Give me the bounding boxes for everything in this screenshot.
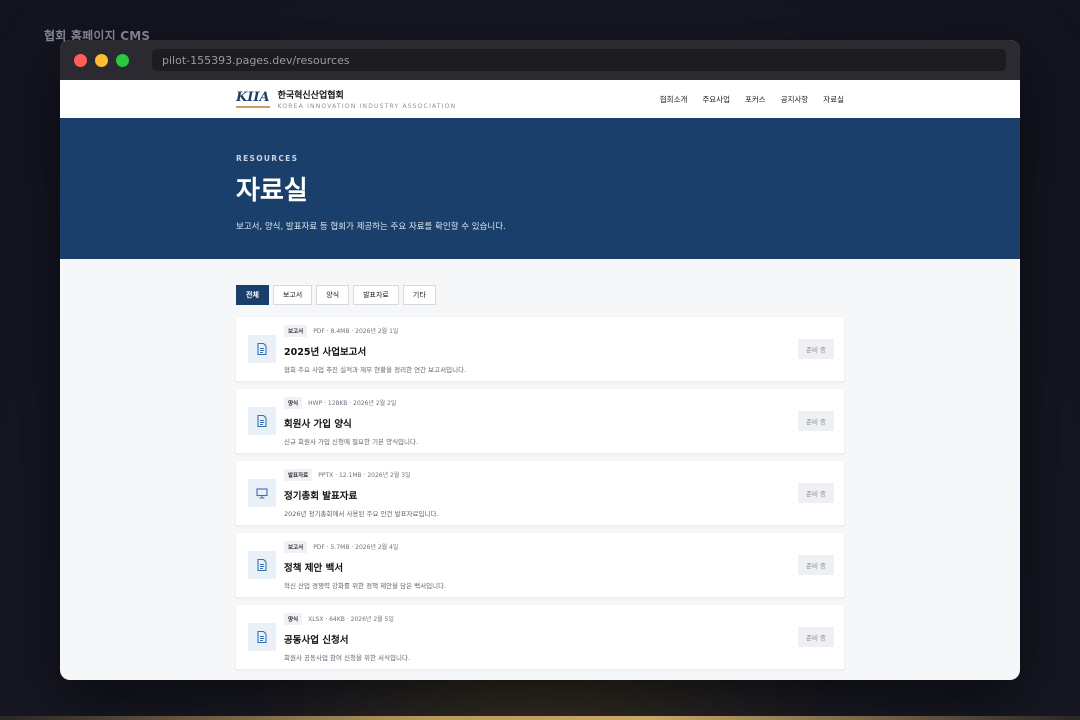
window-controls (74, 53, 129, 67)
filter-reports[interactable]: 보고서 (272, 285, 313, 305)
presentation-icon (248, 479, 276, 507)
minimize-window-button[interactable] (95, 53, 108, 67)
file-meta: XLSX · 64KB · 2026년 2월 5일 (308, 616, 394, 623)
resource-info: 발표자료 PPTX · 12.1MB · 2026년 2월 3일 정기총회 발표… (284, 468, 798, 518)
status-button[interactable]: 준비 중 (798, 627, 834, 647)
brand-text: 한국혁신산업협회 KOREA INNOVATION INDUSTRY ASSOC… (278, 88, 457, 110)
resource-info: 양식 XLSX · 64KB · 2026년 2월 5일 공동사업 신청서 회원… (284, 612, 798, 662)
resource-title: 공동사업 신청서 (284, 634, 349, 646)
resource-meta: 발표자료 PPTX · 12.1MB · 2026년 2월 3일 (284, 468, 798, 481)
org-name-en: KOREA INNOVATION INDUSTRY ASSOCIATION (277, 103, 457, 110)
resource-title: 정기총회 발표자료 (284, 490, 358, 502)
browser-titlebar: pilot-155393.pages.dev/resources (60, 40, 1020, 80)
bottom-glow (0, 716, 1080, 720)
document-icon (248, 335, 276, 363)
resource-card: 보고서 PDF · 8.4MB · 2026년 2월 1일 2025년 사업보고… (236, 317, 844, 381)
resource-meta: 보고서 PDF · 5.7MB · 2026년 2월 4일 (284, 540, 798, 553)
file-meta: PPTX · 12.1MB · 2026년 2월 3일 (318, 472, 411, 479)
filter-other[interactable]: 기타 (402, 285, 436, 305)
category-badge: 양식 (284, 612, 303, 625)
resource-info: 양식 HWP · 128KB · 2026년 2월 2일 회원사 가입 양식 신… (284, 396, 798, 446)
resource-title: 정책 제안 백서 (284, 562, 344, 574)
resource-meta: 양식 HWP · 128KB · 2026년 2월 2일 (284, 396, 798, 409)
resource-title: 2025년 사업보고서 (284, 346, 367, 358)
hero-eyebrow: RESOURCES (236, 154, 299, 163)
resource-card: 양식 HWP · 128KB · 2026년 2월 2일 회원사 가입 양식 신… (236, 389, 844, 453)
site-header: KIIA 한국혁신산업협회 KOREA INNOVATION INDUSTRY … (60, 80, 1020, 120)
resource-card: 양식 XLSX · 64KB · 2026년 2월 5일 공동사업 신청서 회원… (236, 605, 844, 669)
resource-info: 보고서 PDF · 5.7MB · 2026년 2월 4일 정책 제안 백서 혁… (284, 540, 798, 590)
nav-item-about[interactable]: 협회소개 (660, 94, 688, 105)
hero-banner: RESOURCES 자료실 보고서, 양식, 발표자료 등 협회가 제공하는 주… (60, 120, 1020, 259)
resource-card: 보고서 PDF · 5.7MB · 2026년 2월 4일 정책 제안 백서 혁… (236, 533, 844, 597)
hero-description: 보고서, 양식, 발표자료 등 협회가 제공하는 주요 자료를 확인할 수 있습… (236, 222, 506, 232)
brand-logo-link[interactable]: KIIA 한국혁신산업협회 KOREA INNOVATION INDUSTRY … (236, 88, 456, 110)
page-title: 자료실 (236, 176, 308, 206)
nav-item-resources[interactable]: 자료실 (823, 94, 844, 105)
document-icon (248, 407, 276, 435)
category-badge: 보고서 (284, 540, 308, 553)
status-button[interactable]: 준비 중 (798, 339, 834, 359)
resource-description: 회원사 공동사업 참여 신청을 위한 서식입니다. (284, 653, 411, 662)
document-icon (248, 623, 276, 651)
resources-content: 전체 보고서 양식 발표자료 기타 보고서 PDF · 8.4MB · 2026… (60, 259, 1020, 669)
nav-item-notices[interactable]: 공지사항 (781, 94, 809, 105)
category-badge: 보고서 (284, 324, 308, 337)
resource-meta: 양식 XLSX · 64KB · 2026년 2월 5일 (284, 612, 798, 625)
filter-all[interactable]: 전체 (236, 285, 269, 305)
category-badge: 발표자료 (284, 468, 313, 481)
resource-card: 발표자료 PPTX · 12.1MB · 2026년 2월 3일 정기총회 발표… (236, 461, 844, 525)
kiia-logo: KIIA (236, 90, 270, 108)
resource-meta: 보고서 PDF · 8.4MB · 2026년 2월 1일 (284, 324, 798, 337)
resource-description: 2026년 정기총회에서 사용된 주요 안건 발표자료입니다. (284, 509, 439, 518)
main-nav: 협회소개 주요사업 포커스 공지사항 자료실 (660, 94, 844, 105)
category-badge: 양식 (284, 396, 303, 409)
document-icon (248, 551, 276, 579)
org-name: 한국혁신산업협회 (277, 91, 344, 101)
close-window-button[interactable] (74, 53, 87, 67)
resource-title: 회원사 가입 양식 (284, 418, 352, 430)
resource-description: 협회 주요 사업 추진 실적과 재무 현황을 정리한 연간 보고서입니다. (284, 365, 467, 374)
file-meta: HWP · 128KB · 2026년 2월 2일 (308, 400, 397, 407)
resource-info: 보고서 PDF · 8.4MB · 2026년 2월 1일 2025년 사업보고… (284, 324, 798, 374)
status-button[interactable]: 준비 중 (798, 555, 834, 575)
nav-item-focus[interactable]: 포커스 (745, 94, 766, 105)
resource-description: 혁신 산업 경쟁력 강화를 위한 정책 제안을 담은 백서입니다. (284, 581, 447, 590)
filter-presentations[interactable]: 발표자료 (353, 285, 399, 305)
file-meta: PDF · 5.7MB · 2026년 2월 4일 (313, 544, 399, 551)
status-button[interactable]: 준비 중 (798, 483, 834, 503)
resource-description: 신규 회원사 가입 신청에 필요한 기본 양식입니다. (284, 437, 419, 446)
maximize-window-button[interactable] (116, 53, 129, 67)
file-meta: PDF · 8.4MB · 2026년 2월 1일 (313, 328, 399, 335)
status-button[interactable]: 준비 중 (798, 411, 834, 431)
address-bar[interactable]: pilot-155393.pages.dev/resources (152, 49, 1006, 71)
filter-forms[interactable]: 양식 (316, 285, 350, 305)
category-filters: 전체 보고서 양식 발표자료 기타 (236, 285, 844, 305)
browser-window: pilot-155393.pages.dev/resources KIIA 한국… (60, 40, 1020, 680)
nav-item-projects[interactable]: 주요사업 (702, 94, 730, 105)
